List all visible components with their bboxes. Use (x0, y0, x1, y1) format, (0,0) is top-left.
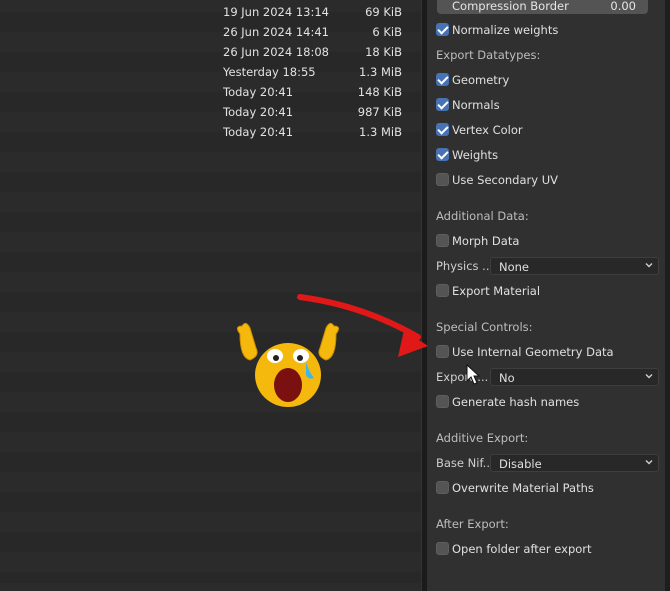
file-row[interactable]: Yesterday 18:55 1.3 MiB (0, 62, 421, 82)
normals-label: Normals (452, 98, 500, 112)
file-size: 148 KiB (357, 85, 402, 99)
check-icon[interactable] (436, 73, 449, 86)
section-additive-export: Additive Export: (436, 431, 529, 445)
file-size: 987 KiB (357, 105, 402, 119)
export-settings-panel: Compression Border 0.00 Normalize weight… (427, 0, 665, 591)
check-icon[interactable] (436, 148, 449, 161)
section-export-datatypes: Export Datatypes: (436, 48, 541, 62)
section-special-controls: Special Controls: (436, 320, 533, 334)
file-date: Today 20:41 (223, 85, 294, 99)
checkbox-box[interactable] (436, 284, 449, 297)
export-dropdown[interactable]: No (490, 368, 659, 386)
check-icon[interactable] (436, 23, 449, 36)
file-date: Today 20:41 (223, 105, 294, 119)
checkbox-box[interactable] (436, 542, 449, 555)
file-date: Today 20:41 (223, 125, 294, 139)
check-icon[interactable] (436, 98, 449, 111)
file-date: Yesterday 18:55 (223, 65, 316, 79)
physics-value: None (499, 260, 530, 274)
file-date: 26 Jun 2024 14:41 (223, 25, 329, 39)
file-row[interactable]: 19 Jun 2024 13:14 69 KiB (0, 2, 421, 22)
checkbox-box[interactable] (436, 234, 449, 247)
internal-geometry-label: Use Internal Geometry Data (452, 345, 614, 359)
file-size: 69 KiB (365, 5, 402, 19)
file-size: 6 KiB (372, 25, 402, 39)
file-browser-list: 19 Jun 2024 13:14 69 KiB 26 Jun 2024 14:… (0, 0, 421, 591)
checkbox-box[interactable] (436, 481, 449, 494)
checkbox-box[interactable] (436, 345, 449, 358)
export-label: Export ... (436, 370, 489, 384)
section-after-export: After Export: (436, 517, 509, 531)
checkbox-box[interactable] (436, 395, 449, 408)
export-material-label: Export Material (452, 284, 541, 298)
vertex-color-label: Vertex Color (452, 123, 523, 137)
geometry-label: Geometry (452, 73, 510, 87)
file-row[interactable]: Today 20:41 148 KiB (0, 82, 421, 102)
file-date: 19 Jun 2024 13:14 (223, 5, 329, 19)
file-size: 18 KiB (365, 45, 402, 59)
base-nif-dropdown[interactable]: Disable (490, 454, 659, 472)
right-edge-strip (665, 0, 670, 591)
file-date: 26 Jun 2024 18:08 (223, 45, 329, 59)
base-nif-value: Disable (499, 457, 542, 471)
file-size: 1.3 MiB (359, 125, 402, 139)
file-size: 1.3 MiB (359, 65, 402, 79)
normalize-weights-label: Normalize weights (452, 23, 559, 37)
compression-border-field[interactable]: Compression Border 0.00 (437, 0, 648, 14)
chevron-down-icon (645, 374, 653, 379)
section-additional-data: Additional Data: (436, 209, 529, 223)
morph-data-label: Morph Data (452, 234, 520, 248)
file-row[interactable]: 26 Jun 2024 18:08 18 KiB (0, 42, 421, 62)
checkbox-box[interactable] (436, 173, 449, 186)
check-icon[interactable] (436, 123, 449, 136)
hash-names-label: Generate hash names (452, 395, 580, 409)
file-row[interactable]: Today 20:41 987 KiB (0, 102, 421, 122)
secondary-uv-label: Use Secondary UV (452, 173, 558, 187)
compression-border-label: Compression Border (452, 0, 569, 13)
export-value: No (499, 371, 515, 385)
compression-border-value: 0.00 (610, 0, 636, 13)
file-row[interactable]: 26 Jun 2024 14:41 6 KiB (0, 22, 421, 42)
file-row[interactable]: Today 20:41 1.3 MiB (0, 122, 421, 142)
physics-label: Physics ... (436, 259, 494, 273)
open-folder-label: Open folder after export (452, 542, 592, 556)
chevron-down-icon (645, 263, 653, 268)
chevron-down-icon (645, 460, 653, 465)
weights-label: Weights (452, 148, 499, 162)
physics-dropdown[interactable]: None (490, 257, 659, 275)
overwrite-material-paths-label: Overwrite Material Paths (452, 481, 594, 495)
base-nif-label: Base Nif... (436, 456, 494, 470)
